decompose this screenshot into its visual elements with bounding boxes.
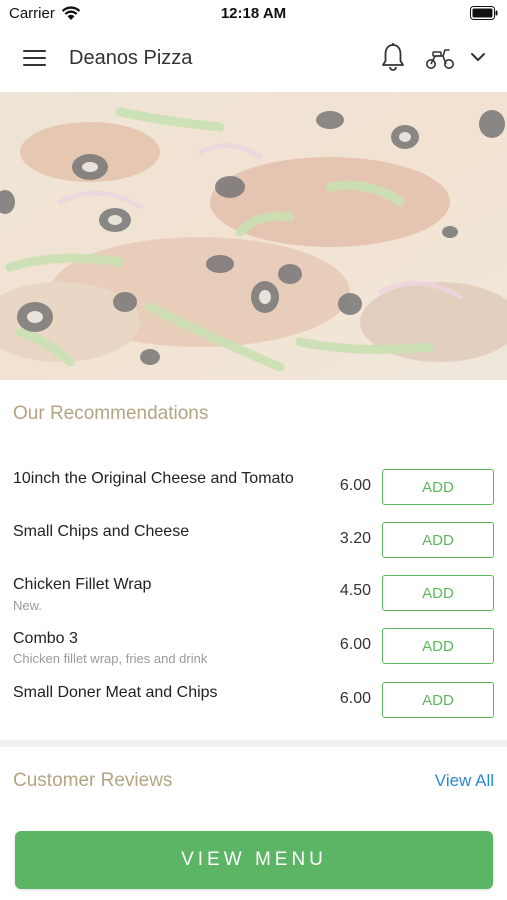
item-name: Chicken Fillet Wrap	[13, 576, 152, 593]
chevron-down-icon[interactable]	[470, 51, 486, 63]
menu-icon[interactable]	[23, 50, 47, 68]
status-time: 12:18 AM	[220, 5, 287, 22]
item-name: 10inch the Original Cheese and Tomato	[13, 470, 294, 487]
add-button[interactable]: ADD	[382, 469, 494, 505]
view-all-link[interactable]: View All	[435, 771, 494, 791]
item-description: New.	[13, 598, 42, 613]
add-button[interactable]: ADD	[382, 628, 494, 664]
item-price: 3.20	[339, 530, 371, 547]
add-button[interactable]: ADD	[382, 522, 494, 558]
section-divider	[0, 740, 507, 747]
reviews-title: Customer Reviews	[13, 770, 173, 791]
hero-pizza-image	[0, 92, 507, 380]
add-button[interactable]: ADD	[382, 575, 494, 611]
add-button[interactable]: ADD	[382, 682, 494, 718]
item-description: Chicken fillet wrap, fries and drink	[13, 651, 208, 666]
page-title: Deanos Pizza	[69, 47, 193, 69]
list-item: Small Doner Meat and Chips 6.00 ADD	[0, 682, 507, 734]
bell-icon[interactable]	[380, 42, 406, 72]
list-item: Chicken Fillet Wrap New. 4.50 ADD	[0, 575, 507, 626]
list-item: Combo 3 Chicken fillet wrap, fries and d…	[0, 628, 507, 680]
list-item: Small Chips and Cheese 3.20 ADD	[0, 522, 507, 573]
view-menu-button[interactable]: VIEW MENU	[15, 831, 493, 889]
item-name: Small Doner Meat and Chips	[13, 684, 218, 701]
item-price: 6.00	[339, 636, 371, 653]
item-name: Small Chips and Cheese	[13, 523, 190, 540]
item-price: 4.50	[339, 582, 371, 599]
item-price: 6.00	[339, 690, 371, 707]
scooter-icon[interactable]	[424, 46, 456, 70]
list-item: 10inch the Original Cheese and Tomato 6.…	[0, 469, 507, 520]
recommendations-title: Our Recommendations	[13, 403, 209, 424]
item-price: 6.00	[339, 477, 371, 494]
status-bar: Carrier 12:18 AM	[0, 0, 507, 26]
item-name: Combo 3	[13, 630, 78, 647]
app-header: Deanos Pizza	[0, 26, 507, 92]
battery-icon	[470, 6, 498, 20]
